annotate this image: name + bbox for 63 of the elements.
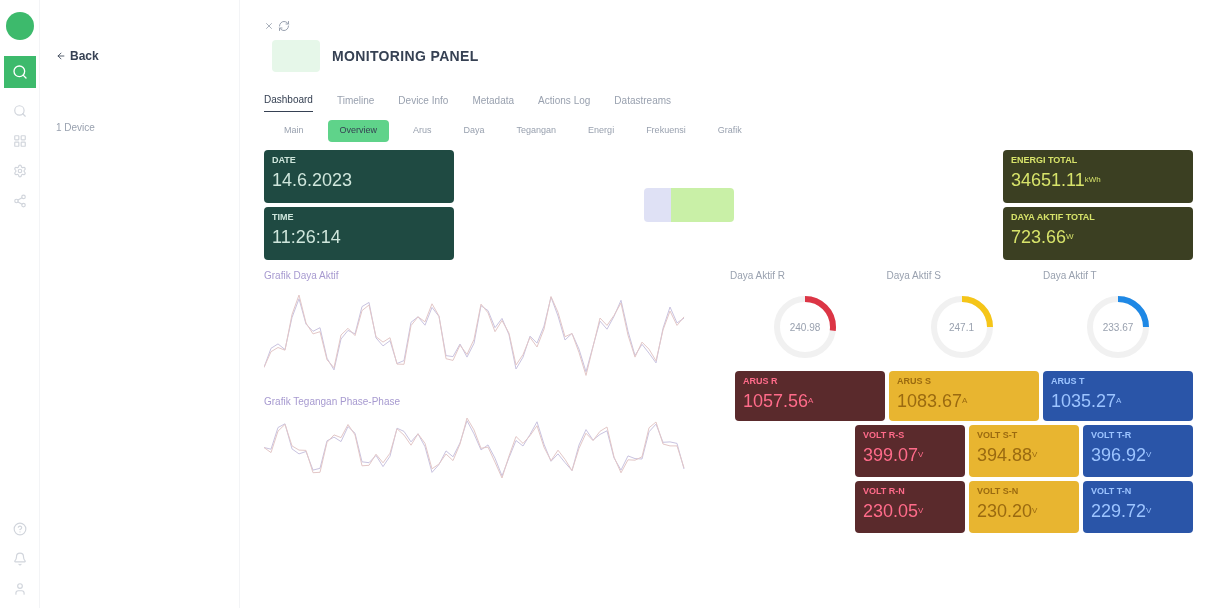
card-value: 34651.11$^{kWh}$ (1011, 171, 1102, 189)
sub-tab[interactable]: Tegangan (508, 120, 565, 142)
bell-icon[interactable] (12, 552, 27, 566)
sub-tab[interactable]: Energi (580, 120, 623, 142)
share-icon[interactable] (12, 194, 27, 208)
user-icon[interactable] (12, 582, 27, 596)
card-label: ARUS S (897, 374, 932, 388)
gauge-value: 247.1 (949, 320, 974, 334)
card-label: ENERGI TOTAL (1011, 153, 1079, 167)
card-value: 394.88$^{V}$ (977, 446, 1039, 464)
card-label: VOLT R-N (863, 484, 906, 498)
search-icon[interactable] (3, 56, 36, 88)
sub-tab[interactable]: Overview (327, 120, 390, 142)
card-value: 1057.56$^{A}$ (743, 392, 815, 410)
chart-title: Grafik Tegangan Phase-Phase (264, 394, 401, 409)
card-label: DATE (272, 153, 297, 167)
card-label: VOLT T-R (1091, 428, 1133, 442)
card-label: ARUS R (743, 374, 779, 388)
back-button[interactable]: Back (56, 48, 223, 64)
tab[interactable]: Actions Log (538, 92, 591, 112)
tab[interactable]: Metadata (472, 92, 515, 112)
card-value: 230.20$^{V}$ (977, 502, 1039, 520)
card-label: ARUS T (1051, 374, 1086, 388)
gauge-label: Daya Aktif R (730, 268, 787, 283)
card-label: VOLT R-S (863, 428, 906, 442)
sub-tab[interactable]: Grafik (709, 120, 750, 142)
card-value: 399.07$^{V}$ (863, 446, 925, 464)
card-label: DAYA AKTIF TOTAL (1011, 210, 1096, 224)
gauge-label: Daya Aktif T (1043, 268, 1098, 283)
gauge-value: 240.98 (789, 320, 821, 334)
card-label: VOLT T-N (1091, 484, 1133, 498)
refresh-icon[interactable] (278, 20, 290, 32)
sub-tab[interactable]: Main (276, 120, 312, 142)
card-value: 11:26:14 (272, 228, 342, 246)
sub-tab[interactable]: Frekuensi (638, 120, 694, 142)
settings-icon[interactable] (12, 164, 27, 178)
card-label: VOLT S-T (977, 428, 1019, 442)
card-value: 230.05$^{V}$ (863, 502, 925, 520)
tab[interactable]: Timeline (336, 92, 375, 112)
page-title: MONITORING PANEL (332, 47, 479, 66)
card-value: 14.6.2023 (272, 171, 354, 189)
card-value: 396.92$^{V}$ (1091, 446, 1153, 464)
card-value: 1083.67$^{A}$ (897, 392, 969, 410)
card-label: TIME (272, 210, 295, 224)
tab[interactable]: Dashboard (264, 92, 313, 112)
close-icon[interactable] (264, 21, 274, 31)
card-label: VOLT S-N (977, 484, 1020, 498)
search-icon[interactable] (12, 104, 27, 118)
logo-icon (5, 12, 34, 40)
card-value: 723.66$^{W}$ (1011, 228, 1075, 246)
sub-tab[interactable]: Arus (405, 120, 440, 142)
help-icon[interactable] (12, 522, 27, 536)
gauge-value: 233.67 (1102, 320, 1134, 334)
back-arrow-icon (56, 51, 66, 61)
tab[interactable]: Datastreams (614, 92, 672, 112)
gauge-label: Daya Aktif S (886, 268, 942, 283)
card-value: 1035.27$^{A}$ (1051, 392, 1123, 410)
grid-icon[interactable] (12, 134, 27, 148)
card-value: 229.72$^{V}$ (1091, 502, 1153, 520)
tab[interactable]: Device Info (398, 92, 449, 112)
sub-tab[interactable]: Daya (455, 120, 493, 142)
chart-title: Grafik Daya Aktif (264, 268, 340, 283)
devices-label: 1 Device (56, 121, 96, 135)
